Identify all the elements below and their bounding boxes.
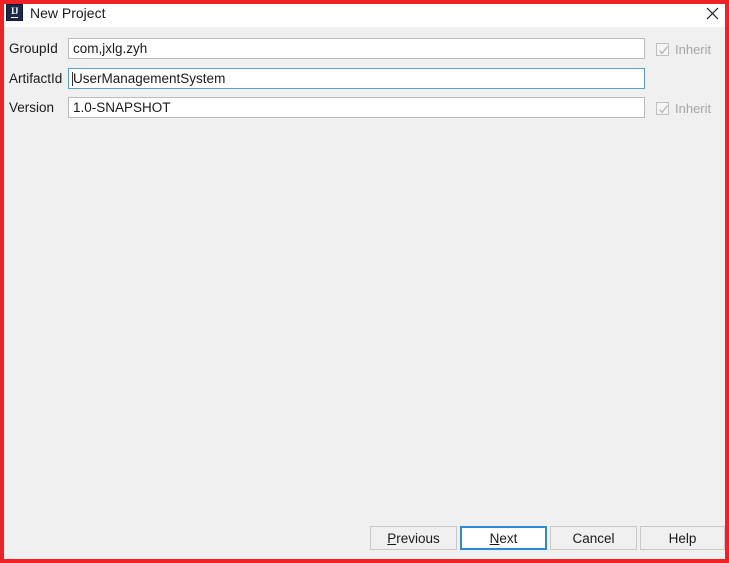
previous-button-label: revious (396, 530, 440, 546)
next-button[interactable]: Next (460, 526, 547, 550)
next-button-mnemonic: N (489, 530, 500, 546)
button-bar: Previous Next Cancel Help (4, 526, 725, 556)
groupid-inherit-checkbox[interactable] (656, 42, 669, 56)
app-icon-letters: IJ (10, 6, 19, 18)
form-row-artifactid: ArtifactId (4, 68, 725, 90)
cancel-button-label: Cancel (572, 530, 615, 546)
version-input[interactable] (68, 97, 645, 118)
window-title: New Project (30, 5, 106, 21)
title-bar: IJ New Project (0, 0, 729, 27)
form-row-groupid: GroupId Inherit (4, 38, 725, 60)
help-button-label: Help (668, 530, 697, 546)
version-label: Version (9, 100, 55, 115)
intellij-idea-icon: IJ (6, 4, 23, 21)
previous-button-mnemonic: P (387, 530, 397, 546)
groupid-label: GroupId (9, 41, 58, 56)
cancel-button[interactable]: Cancel (550, 526, 637, 550)
form-row-version: Version Inherit (4, 97, 725, 119)
previous-button[interactable]: Previous (370, 526, 457, 550)
close-icon[interactable] (701, 2, 723, 24)
artifactid-input[interactable] (68, 68, 645, 89)
version-inherit-label: Inherit (675, 100, 712, 116)
help-button[interactable]: Help (640, 526, 725, 550)
text-caret (72, 72, 73, 86)
groupid-input[interactable] (68, 38, 645, 59)
dialog-content: GroupId Inherit ArtifactId Version (4, 27, 725, 559)
version-inherit-group[interactable]: Inherit (656, 98, 711, 118)
artifactid-label: ArtifactId (9, 71, 63, 86)
new-project-dialog: IJ New Project GroupId Inherit (0, 0, 729, 563)
groupid-inherit-group[interactable]: Inherit (656, 39, 711, 59)
groupid-inherit-label: Inherit (675, 41, 712, 57)
next-button-label: ext (499, 530, 518, 546)
version-inherit-checkbox[interactable] (656, 101, 669, 115)
